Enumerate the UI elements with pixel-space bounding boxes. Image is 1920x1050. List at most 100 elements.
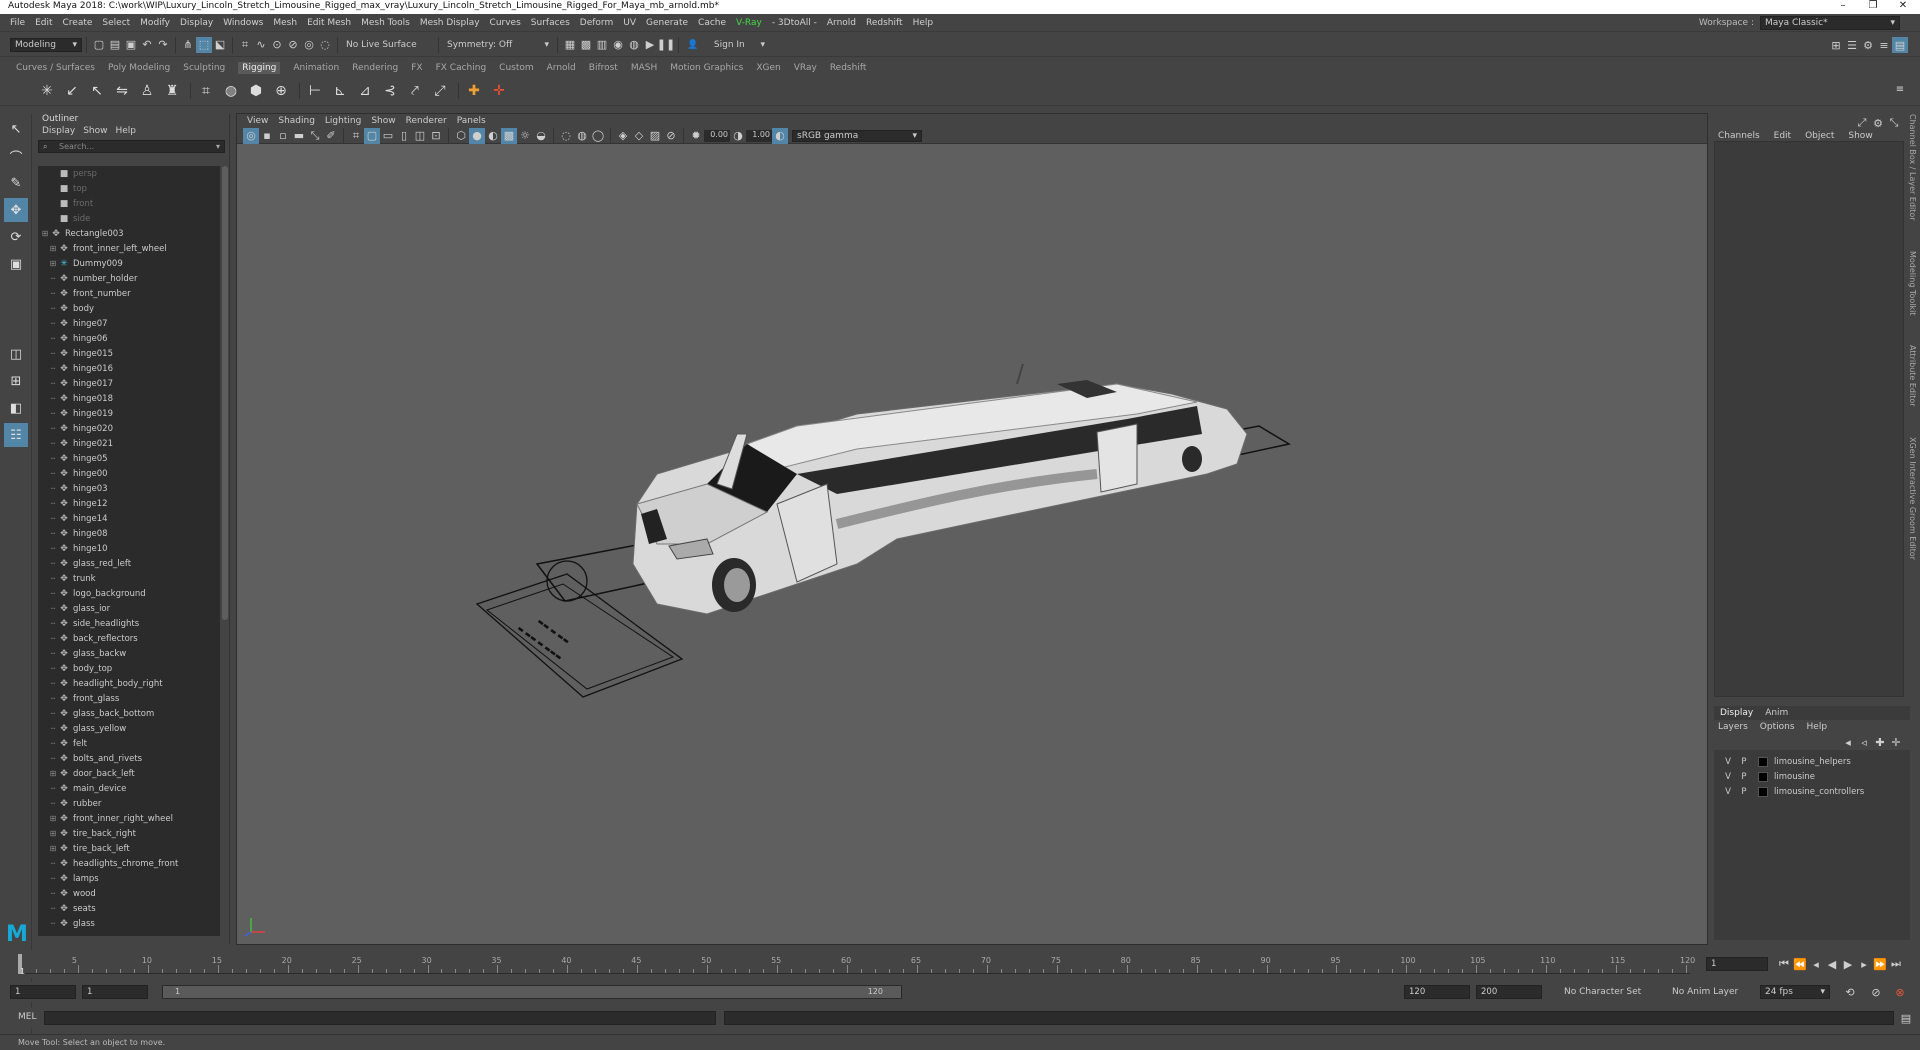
sphere-icon[interactable]: ◍ bbox=[220, 80, 242, 102]
snap-point-icon[interactable]: ⊙ bbox=[269, 37, 285, 53]
menu-generate[interactable]: Generate bbox=[646, 18, 688, 28]
outliner-item[interactable]: ┄ ✥ glass_yellow bbox=[38, 721, 220, 736]
layer-color-swatch[interactable] bbox=[1758, 786, 1768, 797]
anim-prefs-icon[interactable]: ⊗ bbox=[1892, 984, 1908, 1000]
expand-icon[interactable]: ⊞ bbox=[40, 229, 50, 238]
playback-start-field[interactable]: 1 bbox=[82, 985, 148, 999]
script-editor-icon[interactable]: ▤ bbox=[1898, 1010, 1914, 1026]
outliner-item[interactable]: ⊞ ✥ tire_back_right bbox=[38, 826, 220, 841]
fps-dropdown[interactable]: 24 fps ▾ bbox=[1760, 985, 1830, 999]
expand-icon[interactable]: ⊞ bbox=[48, 814, 58, 823]
xray-icon[interactable]: ◌ bbox=[558, 128, 574, 144]
outliner-item[interactable]: ┄ ✥ hinge017 bbox=[38, 376, 220, 391]
expand-icon[interactable]: ⊞ bbox=[48, 829, 58, 838]
render-frame-icon[interactable]: ▩ bbox=[578, 37, 594, 53]
outliner-item[interactable]: ┄ ✥ hinge12 bbox=[38, 496, 220, 511]
outliner-item[interactable]: ┄ ✥ glass_back_bottom bbox=[38, 706, 220, 721]
minimize-button[interactable]: – bbox=[1828, 0, 1858, 14]
menu-select[interactable]: Select bbox=[102, 18, 130, 28]
layer-row[interactable]: V Plimousine_controllers bbox=[1720, 784, 1910, 799]
layer-playback-toggle[interactable]: P bbox=[1736, 757, 1752, 767]
outliner-item[interactable]: ┄ ✥ hinge06 bbox=[38, 331, 220, 346]
select-tool-icon[interactable]: ↖ bbox=[4, 117, 28, 141]
shelf-tab-mash[interactable]: MASH bbox=[631, 63, 657, 73]
layer-visibility-toggle[interactable]: V bbox=[1720, 757, 1736, 767]
scene-render[interactable]: ▬ ▬▬ ▬ ▬▬▬ ▬▬ ▬ ▬▬ bbox=[237, 144, 1707, 944]
outliner-item[interactable]: ┄ ✥ lamps bbox=[38, 871, 220, 886]
outliner-item[interactable]: ┄ ✥ side_headlights bbox=[38, 616, 220, 631]
quick-rig-icon[interactable]: ♙ bbox=[136, 80, 158, 102]
step-back-frame-icon[interactable]: ◂ bbox=[1808, 956, 1824, 972]
shelf-tab-xgen[interactable]: XGen bbox=[756, 63, 780, 73]
move-layer-up-icon[interactable]: ◂ bbox=[1840, 734, 1856, 750]
shelf-tab-bifrost[interactable]: Bifrost bbox=[589, 63, 618, 73]
snap-together-icon[interactable]: ◌ bbox=[317, 37, 333, 53]
shelf-tab-animation[interactable]: Animation bbox=[293, 63, 339, 73]
outliner-item[interactable]: ┄ ✥ back_reflectors bbox=[38, 631, 220, 646]
expand-icon[interactable]: ⊞ bbox=[48, 244, 58, 253]
outliner-item[interactable]: ⊞ ✥ front_inner_left_wheel bbox=[38, 241, 220, 256]
sign-in-button[interactable]: 👤 Sign In ▾ bbox=[683, 37, 769, 52]
channel-box-float-icon[interactable]: ⤢ bbox=[1854, 115, 1870, 131]
menu-curves[interactable]: Curves bbox=[490, 18, 521, 28]
layer-row[interactable]: V Plimousine bbox=[1720, 769, 1910, 784]
outliner-item[interactable]: ┄ ✥ rubber bbox=[38, 796, 220, 811]
outliner-item[interactable]: ┄ ✥ felt bbox=[38, 736, 220, 751]
viewport-menu-renderer[interactable]: Renderer bbox=[406, 116, 447, 126]
outliner-item[interactable]: ┄ ✥ hinge14 bbox=[38, 511, 220, 526]
side-tab[interactable]: Attribute Editor bbox=[1908, 345, 1917, 407]
grease-pencil-icon[interactable]: ✐ bbox=[323, 128, 339, 144]
shelf-tab-rigging[interactable]: Rigging bbox=[238, 62, 281, 74]
outliner-menu-help[interactable]: Help bbox=[115, 126, 136, 136]
redo-icon[interactable]: ↷ bbox=[155, 37, 171, 53]
channel-box-settings-icon[interactable]: ⚙ bbox=[1870, 115, 1886, 131]
maximize-button[interactable]: ❐ bbox=[1858, 0, 1888, 14]
outliner-item[interactable]: ⊞ ✥ Rectangle003 bbox=[38, 226, 220, 241]
outliner-menu-display[interactable]: Display bbox=[42, 126, 75, 136]
range-slider[interactable]: 1 120 bbox=[162, 985, 902, 999]
expand-icon[interactable]: ⊞ bbox=[48, 259, 58, 268]
outliner-item[interactable]: ┄ ✥ hinge00 bbox=[38, 466, 220, 481]
ik-spline-icon[interactable]: ↖ bbox=[86, 80, 108, 102]
shelf-tab-poly-modeling[interactable]: Poly Modeling bbox=[108, 63, 170, 73]
menu-redshift[interactable]: Redshift bbox=[866, 18, 903, 28]
paint-select-icon[interactable]: ✎ bbox=[4, 171, 28, 195]
bind-skin-icon[interactable]: ⌗ bbox=[195, 80, 217, 102]
hypershade-icon[interactable]: ◍ bbox=[626, 37, 642, 53]
wireframe-icon[interactable]: ⬡ bbox=[453, 128, 469, 144]
scale-tool-icon[interactable]: ▣ bbox=[4, 252, 28, 276]
outliner-item[interactable]: ┄ ✥ headlights_chrome_front bbox=[38, 856, 220, 871]
outliner-item[interactable]: ┄ ✥ wood bbox=[38, 886, 220, 901]
constraint-parent-icon[interactable]: ⤤ bbox=[404, 80, 426, 102]
persp-outliner-icon[interactable]: ◧ bbox=[4, 396, 28, 420]
bookmark-icon[interactable]: ▫ bbox=[275, 128, 291, 144]
menu-uv[interactable]: UV bbox=[623, 18, 636, 28]
camera-attributes-icon[interactable]: ▪ bbox=[259, 128, 275, 144]
constraint-aim-icon[interactable]: ⊾ bbox=[329, 80, 351, 102]
scene-end-field[interactable]: 200 bbox=[1476, 985, 1542, 999]
tool-settings-icon[interactable]: ⚙ bbox=[1860, 37, 1876, 53]
close-button[interactable]: ✕ bbox=[1888, 0, 1918, 14]
menu-mesh[interactable]: Mesh bbox=[273, 18, 297, 28]
default-material-icon[interactable]: ◐ bbox=[485, 128, 501, 144]
outliner-item[interactable]: ┄ ✥ seats bbox=[38, 901, 220, 916]
play-backwards-icon[interactable]: ◀ bbox=[1824, 956, 1840, 972]
lattice-icon[interactable]: ⬢ bbox=[245, 80, 267, 102]
outliner-item[interactable]: ┄ ✥ trunk bbox=[38, 571, 220, 586]
outliner-item[interactable]: ┄ ✥ number_holder bbox=[38, 271, 220, 286]
layer-color-swatch[interactable] bbox=[1758, 756, 1768, 767]
side-tab[interactable]: Channel Box / Layer Editor bbox=[1908, 114, 1917, 221]
layer-tab-anim[interactable]: Anim bbox=[1759, 707, 1794, 719]
outliner-item[interactable]: ┄ ✥ hinge05 bbox=[38, 451, 220, 466]
layer-color-swatch[interactable] bbox=[1758, 771, 1768, 782]
outliner-item[interactable]: ┄ ✥ hinge07 bbox=[38, 316, 220, 331]
gamma-icon[interactable]: ◑ bbox=[730, 128, 746, 144]
play-forwards-icon[interactable]: ▶ bbox=[1840, 956, 1856, 972]
channel-menu-object[interactable]: Object bbox=[1805, 131, 1834, 141]
outliner-camera-item[interactable]: ■ top bbox=[38, 181, 220, 196]
live-surface-field[interactable]: No Live Surface bbox=[342, 37, 434, 52]
ik-handle-icon[interactable]: ↙ bbox=[61, 80, 83, 102]
select-object-icon[interactable]: ⬚ bbox=[196, 36, 212, 53]
command-input[interactable] bbox=[44, 1011, 716, 1025]
shelf-tab-fx[interactable]: FX bbox=[411, 63, 422, 73]
